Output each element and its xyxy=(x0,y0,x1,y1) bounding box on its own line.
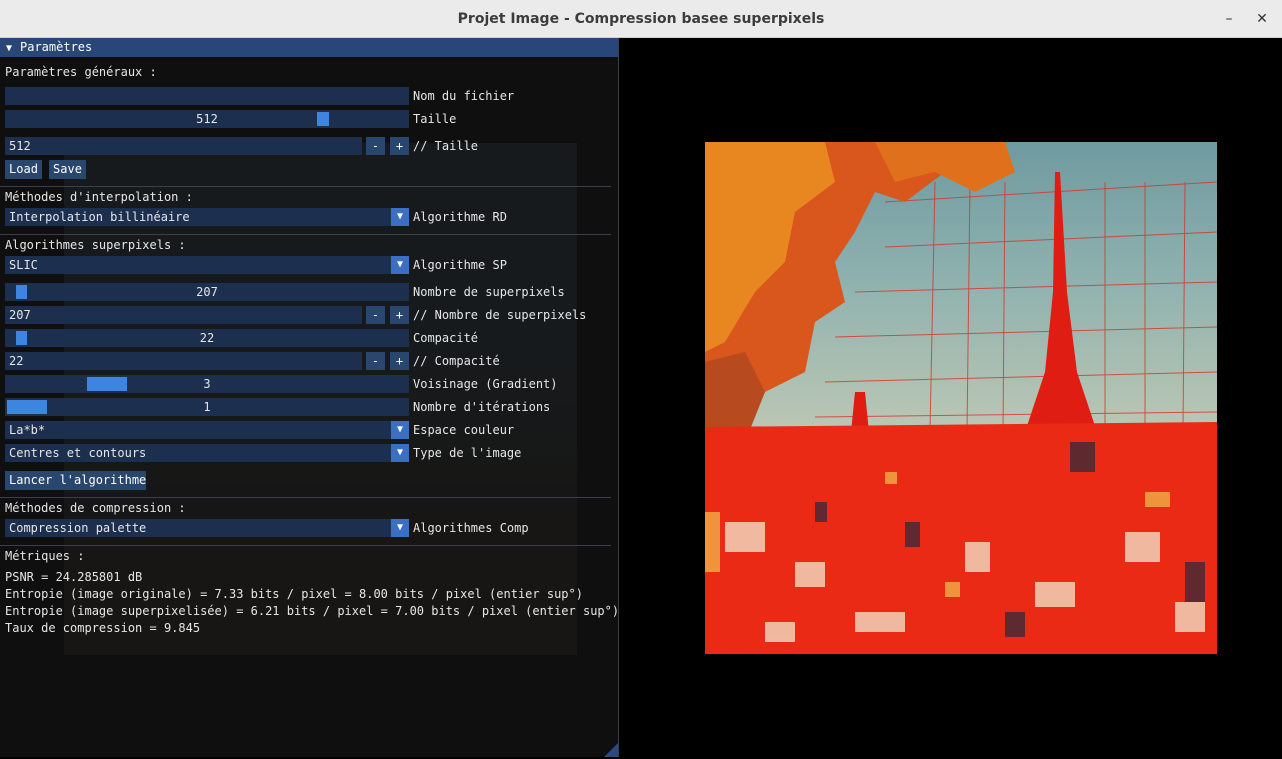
collapse-arrow-icon[interactable]: ▼ xyxy=(6,39,20,58)
size-minus-button[interactable]: - xyxy=(366,137,385,155)
superpixels-heading: Algorithmes superpixels : xyxy=(5,238,186,252)
size-slider[interactable]: 512 xyxy=(5,110,409,128)
size-slider-value: 512 xyxy=(196,112,218,126)
window-title: Projet Image - Compression basee superpi… xyxy=(457,11,825,27)
interpolation-combo[interactable]: Interpolation billinéaire ▼ xyxy=(5,208,409,226)
save-button[interactable]: Save xyxy=(49,160,86,179)
render-canvas: ▼ Paramètres Paramètres généraux : Nom du… xyxy=(0,38,1282,759)
superpixel-count-minus-button[interactable]: - xyxy=(366,306,385,324)
superpixel-count-slider[interactable]: 207 xyxy=(5,283,409,301)
entropy-superpixel-text: Entropie (image superpixelisée) = 6.21 b… xyxy=(5,604,619,618)
interpolation-label: Algorithme RD xyxy=(413,210,507,224)
superpixel-algorithm-label: Algorithme SP xyxy=(413,258,507,272)
compactness-input-label: // Compacité xyxy=(413,354,500,368)
size-input-label: // Taille xyxy=(413,139,479,153)
superpixel-count-input-label: // Nombre de superpixels xyxy=(413,308,587,322)
image-type-combo[interactable]: Centres et contours ▼ xyxy=(5,444,409,462)
size-slider-label: Taille xyxy=(413,112,457,126)
compactness-minus-button[interactable]: - xyxy=(366,352,385,370)
minimize-icon[interactable]: – xyxy=(1219,9,1239,29)
window-titlebar: Projet Image - Compression basee superpi… xyxy=(0,0,1282,38)
filename-input[interactable] xyxy=(5,87,409,105)
superpixel-algorithm-combo[interactable]: SLIC ▼ xyxy=(5,256,409,274)
superpixel-image xyxy=(705,142,1217,654)
superpixel-image-svg xyxy=(705,142,1217,654)
colorspace-combo[interactable]: La*b* ▼ xyxy=(5,421,409,439)
iterations-slider[interactable]: 1 xyxy=(5,398,409,416)
run-algorithm-button[interactable]: Lancer l'algorithme xyxy=(5,471,146,490)
interpolation-heading: Méthodes d'interpolation : xyxy=(5,190,193,204)
filename-label: Nom du fichier xyxy=(413,89,515,103)
compactness-slider[interactable]: 22 xyxy=(5,329,409,347)
superpixel-count-label: Nombre de superpixels xyxy=(413,285,565,299)
compression-rate-text: Taux de compression = 9.845 xyxy=(5,621,201,635)
compression-label: Algorithmes Comp xyxy=(413,521,529,535)
chevron-down-icon[interactable]: ▼ xyxy=(391,421,409,439)
superpixel-count-input[interactable]: 207 xyxy=(5,306,362,324)
iterations-label: Nombre d'itérations xyxy=(413,400,551,414)
image-type-label: Type de l'image xyxy=(413,446,522,460)
separator xyxy=(0,234,611,235)
separator xyxy=(0,545,611,546)
resize-grip[interactable] xyxy=(604,743,618,757)
compactness-label: Compacité xyxy=(413,331,479,345)
panel-header[interactable]: ▼ Paramètres xyxy=(0,38,618,58)
compactness-plus-button[interactable]: + xyxy=(390,352,409,370)
parameters-panel: ▼ Paramètres Paramètres généraux : Nom du… xyxy=(0,38,619,757)
metrics-heading: Métriques : xyxy=(5,549,85,563)
compactness-input[interactable]: 22 xyxy=(5,352,362,370)
neighborhood-value: 3 xyxy=(203,377,211,391)
compression-combo[interactable]: Compression palette ▼ xyxy=(5,519,409,537)
separator xyxy=(0,497,611,498)
general-heading: Paramètres généraux : xyxy=(5,65,157,79)
chevron-down-icon[interactable]: ▼ xyxy=(391,444,409,462)
neighborhood-label: Voisinage (Gradient) xyxy=(413,377,558,391)
load-button[interactable]: Load xyxy=(5,160,42,179)
neighborhood-slider[interactable]: 3 xyxy=(5,375,409,393)
chevron-down-icon[interactable]: ▼ xyxy=(391,256,409,274)
size-plus-button[interactable]: + xyxy=(390,137,409,155)
compactness-value: 22 xyxy=(199,331,215,345)
compression-heading: Méthodes de compression : xyxy=(5,501,186,515)
psnr-text: PSNR = 24.285801 dB xyxy=(5,570,143,584)
size-input[interactable]: 512 xyxy=(5,137,362,155)
superpixel-count-plus-button[interactable]: + xyxy=(390,306,409,324)
iterations-value: 1 xyxy=(203,400,211,414)
separator xyxy=(0,186,611,187)
panel-header-label: Paramètres xyxy=(20,40,93,54)
superpixel-count-value: 207 xyxy=(196,285,218,299)
colorspace-label: Espace couleur xyxy=(413,423,515,437)
chevron-down-icon[interactable]: ▼ xyxy=(391,208,409,226)
close-icon[interactable]: ✕ xyxy=(1252,9,1272,29)
chevron-down-icon[interactable]: ▼ xyxy=(391,519,409,537)
entropy-original-text: Entropie (image originale) = 7.33 bits /… xyxy=(5,587,583,601)
